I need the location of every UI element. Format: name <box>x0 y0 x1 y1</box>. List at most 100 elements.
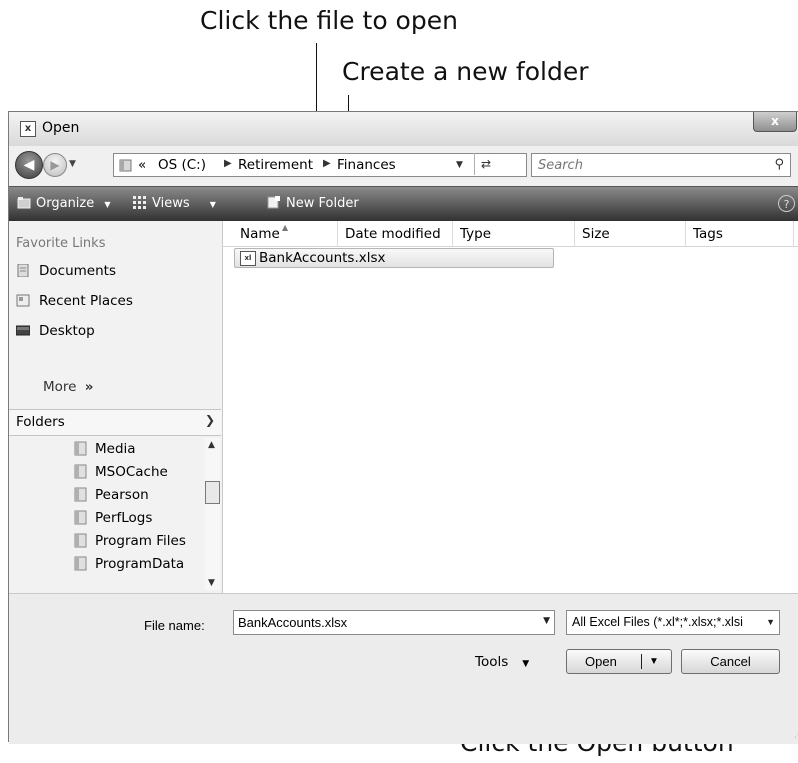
folder-icon <box>74 487 87 502</box>
chevron-down-icon: ❯ <box>204 413 215 427</box>
folder-perflogs-label: PerfLogs <box>95 510 153 526</box>
folder-program-files[interactable]: Program Files <box>74 533 186 549</box>
desktop-icon <box>16 325 30 336</box>
new-folder-icon <box>267 196 280 209</box>
favorite-documents[interactable]: Documents <box>16 263 116 279</box>
file-row[interactable]: xl BankAccounts.xlsx <box>234 248 554 268</box>
file-name-input[interactable] <box>238 614 528 631</box>
refresh-icon[interactable]: ⇄ <box>474 153 497 175</box>
folder-msocache-label: MSOCache <box>95 464 168 480</box>
tools-label: Tools <box>475 654 509 670</box>
folders-label: Folders <box>16 414 65 430</box>
address-bar[interactable]: « OS (C:) ▶ Retirement ▶ Finances ▼ ⇄ <box>113 153 527 177</box>
more-chevron-icon: » <box>84 379 94 395</box>
close-button[interactable]: x <box>753 112 797 132</box>
tools-dropdown-icon: ▼ <box>522 659 530 669</box>
resize-grip-icon[interactable]: ⋰ <box>794 730 798 739</box>
column-header-row: Name ▲ Date modified Type Size Tags <box>223 221 798 247</box>
open-dialog: x Open x ◀ ▶ ▼ « OS (C:) ▶ Retirement ▶ … <box>8 111 798 744</box>
breadcrumb-os-drive[interactable]: OS (C:) <box>158 157 206 173</box>
folders-header[interactable]: Folders ❯ <box>9 409 221 436</box>
file-type-dropdown-icon[interactable]: ▼ <box>766 617 775 627</box>
new-folder-button[interactable]: New Folder <box>267 196 359 211</box>
column-divider[interactable] <box>337 221 338 246</box>
file-name-combobox[interactable]: ▼ <box>233 610 555 635</box>
column-type[interactable]: Type <box>460 226 491 242</box>
folder-icon <box>74 556 87 571</box>
documents-icon <box>17 264 29 277</box>
favorite-desktop-label: Desktop <box>39 323 95 339</box>
folder-icon <box>74 464 87 479</box>
folder-icon <box>74 533 87 548</box>
scroll-up-icon[interactable]: ▲ <box>208 440 215 450</box>
organize-dropdown-icon: ▼ <box>104 200 111 209</box>
favorite-recent-places[interactable]: Recent Places <box>16 293 133 309</box>
file-name-dropdown-icon[interactable]: ▼ <box>543 616 550 626</box>
scrollbar-thumb[interactable] <box>205 481 220 504</box>
organize-button[interactable]: Organize ▼ <box>17 196 111 211</box>
folder-programdata-label: ProgramData <box>95 556 185 572</box>
breadcrumb-separator-icon[interactable]: ▶ <box>323 158 331 169</box>
search-box[interactable]: ⚲ <box>531 153 791 177</box>
folder-media[interactable]: Media <box>74 441 136 457</box>
organize-icon <box>17 197 31 209</box>
column-divider[interactable] <box>793 221 794 246</box>
breadcrumb-overflow[interactable]: « <box>138 157 146 173</box>
folder-media-label: Media <box>95 441 136 457</box>
folder-programdata[interactable]: ProgramData <box>74 556 184 572</box>
file-type-filter[interactable]: All Excel Files (*.xl*;*.xlsx;*.xlsi ▼ <box>566 610 780 635</box>
column-divider[interactable] <box>452 221 453 246</box>
new-folder-label: New Folder <box>286 196 359 211</box>
more-links[interactable]: More » <box>43 379 94 395</box>
column-divider[interactable] <box>685 221 686 246</box>
file-name: BankAccounts.xlsx <box>259 250 386 266</box>
file-type-filter-value: All Excel Files (*.xl*;*.xlsx;*.xlsi <box>572 615 743 629</box>
sort-ascending-icon: ▲ <box>282 223 289 232</box>
search-input[interactable] <box>538 156 748 174</box>
split-divider <box>641 654 642 669</box>
open-button-label: Open <box>585 654 617 669</box>
favorite-links-header: Favorite Links <box>16 236 106 251</box>
forward-arrow-icon[interactable]: ▶ <box>43 153 67 177</box>
favorite-documents-label: Documents <box>39 263 116 279</box>
scroll-down-icon[interactable]: ▼ <box>208 578 215 588</box>
excel-app-icon: x <box>20 121 36 137</box>
breadcrumb-separator-icon[interactable]: ▶ <box>224 158 232 169</box>
breadcrumb-retirement[interactable]: Retirement <box>238 157 313 173</box>
search-icon[interactable]: ⚲ <box>774 157 784 172</box>
help-icon[interactable]: ? <box>778 195 795 212</box>
back-arrow-icon[interactable]: ◀ <box>15 151 43 179</box>
callout-click-file: Click the file to open <box>200 6 458 35</box>
address-dropdown-icon[interactable]: ▼ <box>456 160 463 170</box>
file-list-pane: Name ▲ Date modified Type Size Tags xl Ba… <box>223 221 798 593</box>
favorite-desktop[interactable]: Desktop <box>16 323 95 339</box>
column-size[interactable]: Size <box>582 226 610 242</box>
tools-button[interactable]: Tools ▼ <box>475 654 529 670</box>
excel-file-icon: xl <box>240 251 256 266</box>
navigation-pane: Favorite Links Documents Recent Places D… <box>9 221 223 593</box>
folder-pearson[interactable]: Pearson <box>74 487 149 503</box>
column-tags[interactable]: Tags <box>693 226 723 242</box>
recent-places-icon <box>16 294 30 307</box>
more-label: More <box>43 379 77 395</box>
command-toolbar: Organize ▼ Views ▼ New Folder ? <box>9 186 798 222</box>
folder-msocache[interactable]: MSOCache <box>74 464 168 480</box>
column-divider[interactable] <box>574 221 575 246</box>
folder-program-files-label: Program Files <box>95 533 186 549</box>
open-dropdown-icon[interactable]: ▼ <box>649 650 659 673</box>
navigation-row: ◀ ▶ ▼ « OS (C:) ▶ Retirement ▶ Finances … <box>9 146 798 186</box>
favorite-recent-places-label: Recent Places <box>39 293 133 309</box>
folder-icon <box>74 441 87 456</box>
column-date-modified[interactable]: Date modified <box>345 226 441 242</box>
views-label: Views <box>152 196 190 211</box>
cancel-button[interactable]: Cancel <box>681 649 780 674</box>
folder-perflogs[interactable]: PerfLogs <box>74 510 152 526</box>
dialog-footer: File name: ▼ All Excel Files (*.xl*;*.xl… <box>9 593 798 744</box>
column-name[interactable]: Name ▲ <box>240 223 288 242</box>
views-button[interactable]: Views ▼ <box>133 196 216 211</box>
title-bar: x Open x <box>9 112 798 146</box>
breadcrumb-finances[interactable]: Finances <box>337 157 396 173</box>
recent-pages-dropdown-icon[interactable]: ▼ <box>69 159 76 169</box>
open-button[interactable]: Open ▼ <box>566 649 672 674</box>
folders-scrollbar[interactable]: ▲ ▼ <box>205 438 220 590</box>
